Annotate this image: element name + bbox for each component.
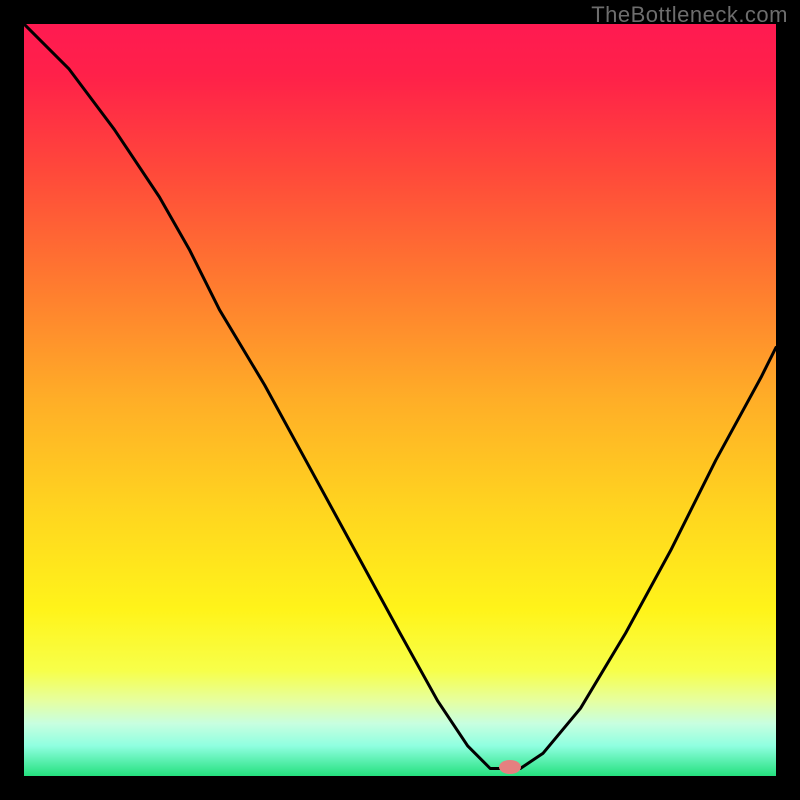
- chart-frame: TheBottleneck.com: [0, 0, 800, 800]
- watermark-label: TheBottleneck.com: [591, 2, 788, 28]
- gradient-background: [24, 24, 776, 776]
- bottleneck-chart: [24, 24, 776, 776]
- selection-marker: [499, 760, 521, 774]
- plot-area: [24, 24, 776, 776]
